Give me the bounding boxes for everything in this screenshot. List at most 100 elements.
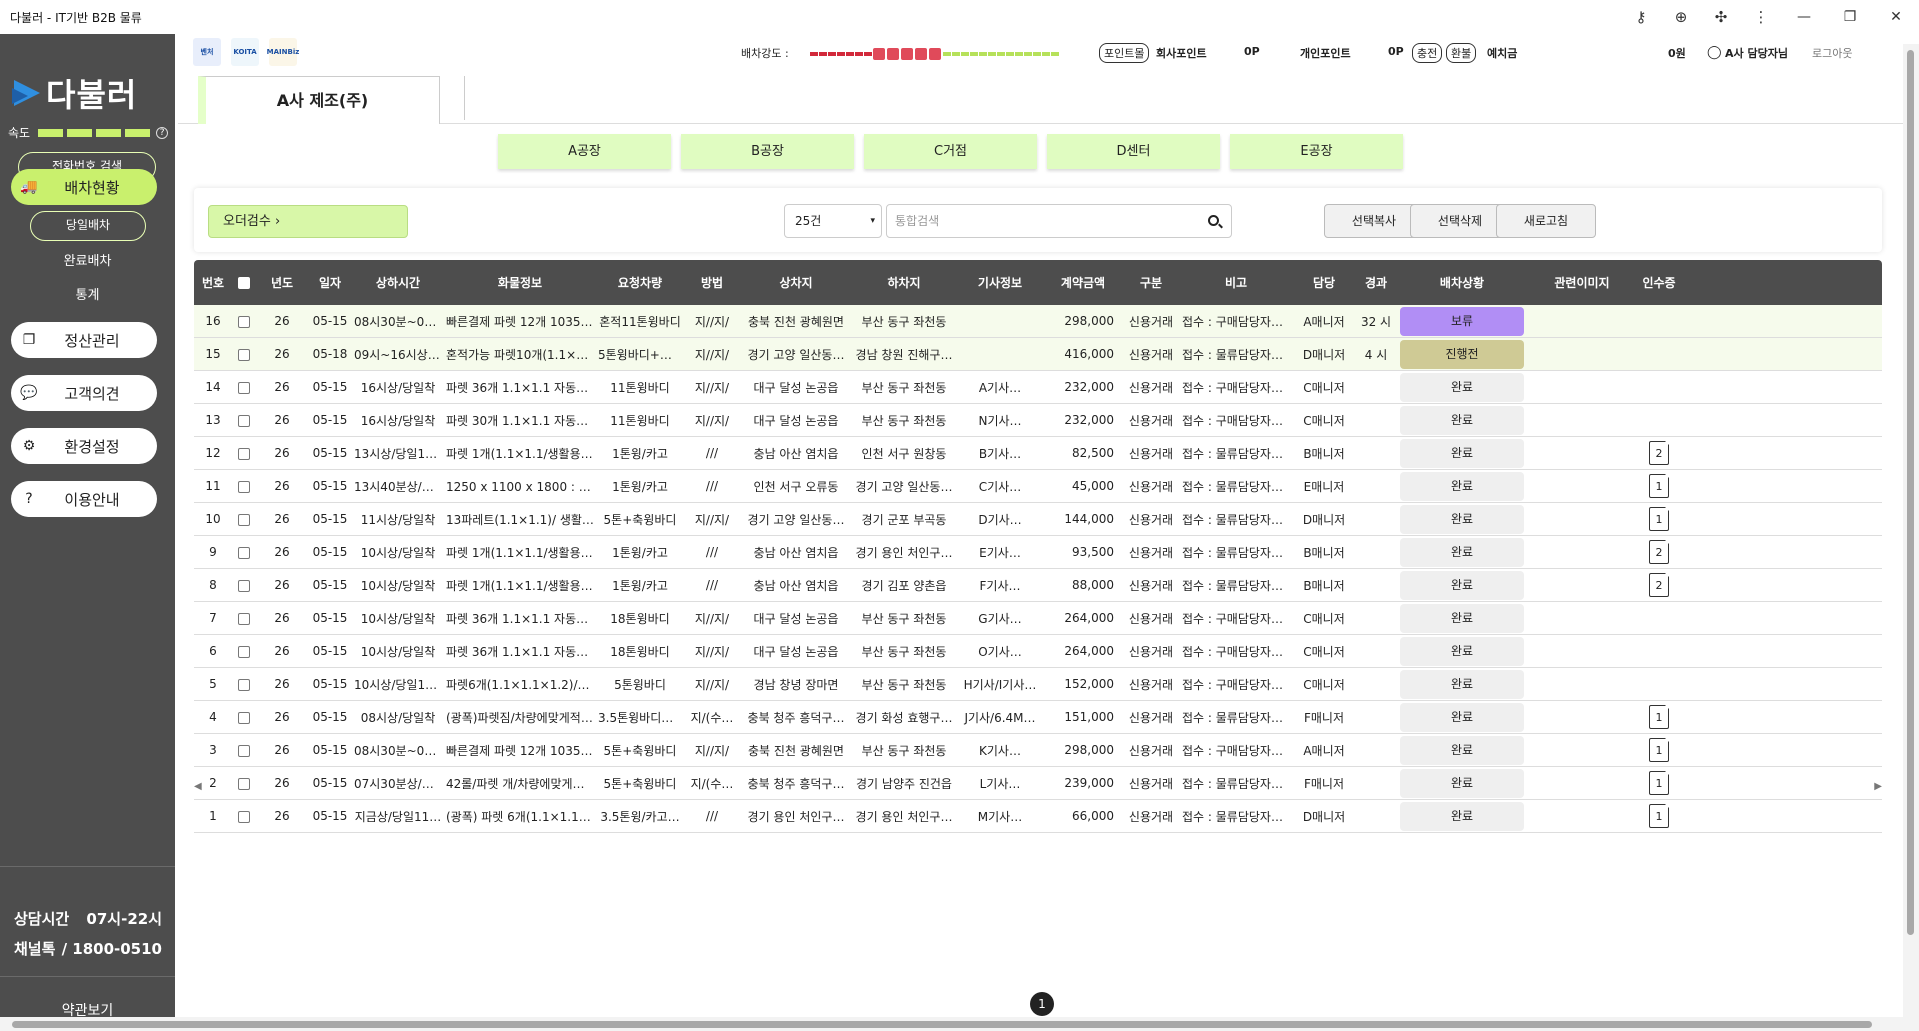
row-checkbox[interactable] xyxy=(238,678,250,691)
search-icon[interactable] xyxy=(1208,215,1219,226)
sub-completed-dispatch[interactable]: 완료배차 xyxy=(0,250,175,269)
status-badge[interactable]: 보류 xyxy=(1400,306,1524,336)
extension-icon[interactable]: ✣ xyxy=(1701,8,1741,26)
help-icon[interactable]: ? xyxy=(156,126,169,139)
scroll-right-icon[interactable]: ▶ xyxy=(1874,781,1882,792)
status-badge[interactable]: 완료 xyxy=(1400,735,1524,765)
row-checkbox[interactable] xyxy=(238,447,250,460)
table-row[interactable]: 6 26 05-15 10시상/당일착 파렛 36개 1.1×1.1 자동차부품 18톤윙… xyxy=(194,635,1882,668)
menu-dispatch-status[interactable]: 🚚 배차현황 xyxy=(11,169,157,205)
location-a-factory-button[interactable]: A공장 xyxy=(498,134,671,169)
menu-guide[interactable]: ? 이용안내 xyxy=(11,481,157,517)
table-row[interactable]: 15 26 05-18 09시~16시상/내…혼적가능 파렛10개(1.1×1.1)…… xyxy=(194,338,1882,371)
close-button[interactable]: ✕ xyxy=(1873,9,1919,25)
row-checkbox[interactable] xyxy=(238,480,250,493)
location-b-factory-button[interactable]: B공장 xyxy=(681,134,854,169)
receipt-document-icon[interactable]: 2 xyxy=(1649,441,1670,465)
hscroll-thumb[interactable] xyxy=(12,1021,1872,1028)
table-row[interactable]: 14 26 05-15 16시상/당일착 파렛 36개 1.1×1.1 자동차부품 11톤… xyxy=(194,371,1882,404)
row-checkbox[interactable] xyxy=(238,315,250,328)
row-checkbox[interactable] xyxy=(238,414,250,427)
sub-statistics[interactable]: 통계 xyxy=(0,284,175,303)
status-badge[interactable]: 완료 xyxy=(1400,636,1524,666)
logout-link[interactable]: 로그아웃 xyxy=(1812,45,1852,61)
table-row[interactable]: 12 26 05-15 13시상/당일17… 파렛 1개(1.1×1.1/생활용품류) 1… xyxy=(194,437,1882,470)
copy-selected-button[interactable]: 선택복사 xyxy=(1324,204,1424,238)
row-select-cell xyxy=(232,743,256,757)
location-d-center-button[interactable]: D센터 xyxy=(1047,134,1220,169)
page-vscroll[interactable] xyxy=(1903,44,1919,1024)
column-header[interactable] xyxy=(232,276,256,290)
receipt-document-icon[interactable]: 1 xyxy=(1649,804,1670,828)
page-size-select[interactable]: 25건 xyxy=(784,204,882,238)
refresh-button[interactable]: 새로고침 xyxy=(1496,204,1596,238)
status-badge[interactable]: 완료 xyxy=(1400,669,1524,699)
restore-button[interactable]: ❐ xyxy=(1827,9,1873,25)
table-row[interactable]: 16 26 05-15 08시30분~09시…빠른결제 파렛 12개 1035×930… xyxy=(194,305,1882,338)
row-checkbox[interactable] xyxy=(238,579,250,592)
table-hscroll[interactable]: ◀ ▶ xyxy=(194,781,1882,793)
table-row[interactable]: 13 26 05-15 16시상/당일착 파렛 30개 1.1×1.1 자동차부품 11톤… xyxy=(194,404,1882,437)
table-row[interactable]: 1 26 05-15 지금상/당일11… (광폭) 파렛 6개(1.1×1.1/생활… 3… xyxy=(194,800,1882,833)
sidebar: 다불러 속도 ? 전화번호 검색 🚚 배차현황 당일배차 완료배차 통계 ❐ 정… xyxy=(0,34,175,1019)
table-row[interactable]: 5 26 05-15 10시상/당일16… 파렛6개(1.1×1.1×1.2)/자동… 5… xyxy=(194,668,1882,701)
more-icon[interactable]: ⋮ xyxy=(1741,8,1781,26)
menu-settings[interactable]: ⚙ 환경설정 xyxy=(11,428,157,464)
row-checkbox[interactable] xyxy=(238,645,250,658)
row-checkbox[interactable] xyxy=(238,513,250,526)
status-badge[interactable]: 완료 xyxy=(1400,504,1524,534)
tab-company[interactable]: A사 제조(주) xyxy=(198,76,440,124)
status-badge[interactable]: 완료 xyxy=(1400,438,1524,468)
sub-today-dispatch[interactable]: 당일배차 xyxy=(30,211,146,241)
row-checkbox[interactable] xyxy=(238,810,250,823)
location-e-factory-button[interactable]: E공장 xyxy=(1230,134,1403,169)
select-all-checkbox[interactable] xyxy=(238,277,250,289)
zoom-icon[interactable]: ⊕ xyxy=(1661,8,1701,26)
charge-button[interactable]: 충전 xyxy=(1412,43,1443,63)
table-row[interactable]: 3 26 05-15 08시30분~09시…빠른결제 파렛 12개 1035×930 5… xyxy=(194,734,1882,767)
refund-button[interactable]: 환불 xyxy=(1446,43,1477,63)
status-badge[interactable]: 완료 xyxy=(1400,537,1524,567)
receipt-document-icon[interactable]: 1 xyxy=(1649,705,1670,729)
minimize-button[interactable]: — xyxy=(1781,9,1827,25)
status-badge[interactable]: 완료 xyxy=(1400,570,1524,600)
table-row[interactable]: 8 26 05-15 10시상/당일착 파렛 1개(1.1×1.1/생활용품… 1톤윙/카… xyxy=(194,569,1882,602)
receipt-document-icon[interactable]: 2 xyxy=(1649,573,1670,597)
row-checkbox[interactable] xyxy=(238,348,250,361)
status-badge[interactable]: 완료 xyxy=(1400,471,1524,501)
row-checkbox[interactable] xyxy=(238,612,250,625)
page-1-button[interactable]: 1 xyxy=(1030,992,1054,1016)
status-badge[interactable]: 완료 xyxy=(1400,801,1524,831)
page-hscroll[interactable] xyxy=(0,1017,1919,1031)
dispatch-status-cell: 보류 xyxy=(1396,306,1528,336)
menu-feedback[interactable]: 💬 고객의견 xyxy=(11,375,157,411)
vscroll-thumb[interactable] xyxy=(1907,50,1914,935)
table-row[interactable]: 11 26 05-15 13시40분상/당… 1250 x 1100 x 1800 : … xyxy=(194,470,1882,503)
row-checkbox[interactable] xyxy=(238,744,250,757)
order-check-button[interactable]: 오더검수 › xyxy=(208,205,408,238)
row-checkbox[interactable] xyxy=(238,711,250,724)
status-badge[interactable]: 진행전 xyxy=(1400,339,1524,369)
table-row[interactable]: 4 26 05-15 08시상/당일착 (광폭)파렛짐/차량에맞게적재… 3.5톤윙바디+… xyxy=(194,701,1882,734)
status-badge[interactable]: 완료 xyxy=(1400,603,1524,633)
status-badge[interactable]: 완료 xyxy=(1400,405,1524,435)
row-checkbox[interactable] xyxy=(238,381,250,394)
point-shop-button[interactable]: 포인트몰 xyxy=(1099,43,1150,63)
receipt-document-icon[interactable]: 1 xyxy=(1649,738,1670,762)
logo[interactable]: 다불러 xyxy=(12,70,137,116)
scroll-left-icon[interactable]: ◀ xyxy=(194,781,202,792)
key-icon[interactable]: ⚷ xyxy=(1621,8,1661,26)
status-badge[interactable]: 완료 xyxy=(1400,372,1524,402)
location-c-hub-button[interactable]: C거점 xyxy=(864,134,1037,169)
table-row[interactable]: 7 26 05-15 10시상/당일착 파렛 36개 1.1×1.1 자동차부품 18톤윙… xyxy=(194,602,1882,635)
table-row[interactable]: 9 26 05-15 10시상/당일착 파렛 1개(1.1×1.1/생활용품… 1톤윙/카… xyxy=(194,536,1882,569)
status-badge[interactable]: 완료 xyxy=(1400,702,1524,732)
receipt-document-icon[interactable]: 1 xyxy=(1649,507,1670,531)
receipt-document-icon[interactable]: 1 xyxy=(1649,474,1670,498)
delete-selected-button[interactable]: 선택삭제 xyxy=(1410,204,1510,238)
table-row[interactable]: 10 26 05-15 11시상/당일착 13파레트(1.1×1.1)/ 생활용… 5톤+… xyxy=(194,503,1882,536)
menu-settlement[interactable]: ❐ 정산관리 xyxy=(11,322,157,358)
search-input[interactable]: 통합검색 xyxy=(886,204,1232,238)
receipt-document-icon[interactable]: 2 xyxy=(1649,540,1670,564)
row-checkbox[interactable] xyxy=(238,546,250,559)
